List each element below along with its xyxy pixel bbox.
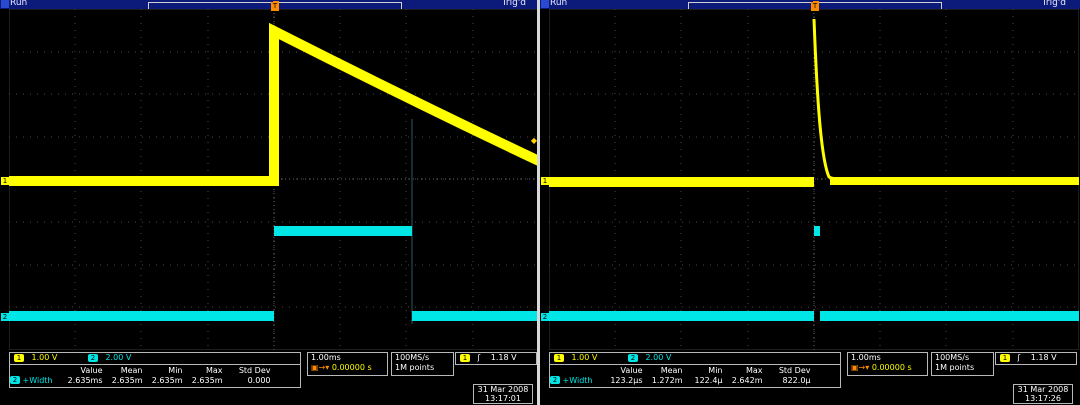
ch1-scale: 1.00 V: [571, 353, 598, 362]
header-max: Max: [745, 365, 763, 375]
trigger-status: Trig'd: [1041, 0, 1066, 8]
record-length: 1M points: [935, 363, 975, 372]
graticule-and-traces: [549, 9, 1079, 350]
header-value: Value: [620, 365, 643, 375]
waveform-display[interactable]: [9, 9, 539, 350]
ch1-badge: 1: [554, 353, 564, 362]
timebase-value: 1.00ms: [851, 353, 881, 362]
trigger-level: 1.18 V: [490, 353, 517, 362]
scope-capture-2: Run Trig'd 1 2 T 1 1.00 V 2 2.00 V Value…: [540, 0, 1080, 405]
trigger-time-marker[interactable]: T: [811, 2, 819, 11]
trigger-readout[interactable]: 1 ʃ 1.18 V: [995, 352, 1077, 365]
trigger-source-badge: 1: [1000, 353, 1010, 362]
ch2-badge: 2: [87, 353, 98, 362]
rising-edge-icon: ʃ: [477, 353, 481, 362]
measure-value: 2.635ms: [67, 375, 103, 385]
ch1-badge: 1: [14, 353, 24, 362]
delay-value: 0.00000 s: [871, 363, 912, 372]
sample-rate: 100MS/s: [935, 353, 970, 362]
timestamp: 31 Mar 2008 13:17:01: [473, 384, 533, 404]
ch2-level-marker[interactable]: 2: [1, 313, 9, 321]
sample-rate: 100MS/s: [395, 353, 430, 362]
header-min: Min: [708, 365, 723, 375]
measure-label: +Width: [22, 375, 53, 385]
capture-date: 31 Mar 2008: [1017, 385, 1069, 394]
header-std-dev: Std Dev: [778, 365, 811, 375]
trigger-readout[interactable]: 1 ʃ 1.18 V: [455, 352, 537, 365]
trigger-level: 1.18 V: [1030, 353, 1057, 362]
measure-mean: 1.272m: [651, 375, 683, 385]
ch2-scale: 2.00 V: [645, 353, 672, 362]
measure-label: +Width: [562, 375, 593, 385]
ch1-level-marker[interactable]: 1: [541, 177, 549, 185]
measure-mean: 2.635m: [111, 375, 143, 385]
measure-max: 2.635m: [191, 375, 223, 385]
trigger-level-arrow-icon: ◆: [530, 136, 537, 145]
header-min: Min: [168, 365, 183, 375]
trigger-time-marker[interactable]: T: [271, 2, 279, 11]
measure-value: 123.2µs: [610, 375, 643, 385]
run-indicator-icon: [1, 0, 9, 8]
measure-min: 122.4µ: [694, 375, 723, 385]
graticule-and-traces: [9, 9, 539, 350]
capture-time: 13:17:01: [485, 394, 521, 403]
trigger-source-badge: 1: [460, 353, 470, 362]
measure-std-dev: 0.000: [247, 375, 271, 385]
header-std-dev: Std Dev: [238, 365, 271, 375]
measurement-table[interactable]: Value Mean Min Max Std Dev 2 +Width 2.635ms …: [9, 364, 301, 388]
ch1-level-marker[interactable]: 1: [1, 177, 9, 185]
timebase-value: 1.00ms: [311, 353, 341, 362]
ch1-trace: [9, 22, 539, 186]
ch2-level-marker[interactable]: 2: [541, 313, 549, 321]
header-mean: Mean: [120, 365, 143, 375]
delay-icon: ▣→▾: [851, 363, 870, 372]
measure-std-dev: 822.0µ: [782, 375, 811, 385]
timebase-readout[interactable]: 1.00ms ▣→▾ 0.00000 s: [307, 352, 388, 376]
ch2-pulse: [814, 226, 820, 236]
capture-time: 13:17:26: [1025, 394, 1061, 403]
measure-min: 2.635m: [151, 375, 183, 385]
readout-panel: 1 1.00 V 2 2.00 V Value Mean Min Max Std Dev…: [9, 351, 537, 404]
readout-panel: 1 1.00 V 2 2.00 V Value Mean Min Max Std Dev…: [549, 351, 1077, 404]
status-bar: Run Trig'd: [0, 0, 540, 9]
header-max: Max: [205, 365, 223, 375]
header-mean: Mean: [660, 365, 683, 375]
measure-ch2-badge: 2: [10, 376, 20, 384]
timebase-readout[interactable]: 1.00ms ▣→▾ 0.00000 s: [847, 352, 928, 376]
measure-max: 2.642m: [731, 375, 763, 385]
timestamp: 31 Mar 2008 13:17:26: [1013, 384, 1073, 404]
acquisition-status: Run: [550, 0, 568, 8]
scope-capture-1: Run Trig'd 1 2 T ◆ 1 1.00 V 2 2.00 V Val…: [0, 0, 540, 405]
run-indicator-icon: [541, 0, 549, 8]
measurement-table[interactable]: Value Mean Min Max Std Dev 2 +Width 123.2µs …: [549, 364, 841, 388]
rising-edge-icon: ʃ: [1017, 353, 1021, 362]
ch1-scale: 1.00 V: [31, 353, 58, 362]
ch2-badge: 2: [627, 353, 638, 362]
measure-ch2-badge: 2: [550, 376, 560, 384]
status-bar: Run Trig'd: [540, 0, 1080, 9]
trigger-status: Trig'd: [501, 0, 526, 8]
acquisition-readout[interactable]: 100MS/s 1M points: [391, 352, 454, 376]
acquisition-status: Run: [10, 0, 28, 8]
acquisition-readout[interactable]: 100MS/s 1M points: [931, 352, 994, 376]
waveform-display[interactable]: [549, 9, 1079, 350]
capture-date: 31 Mar 2008: [477, 385, 529, 394]
record-length: 1M points: [395, 363, 435, 372]
ch2-scale: 2.00 V: [105, 353, 132, 362]
delay-icon: ▣→▾: [311, 363, 330, 372]
header-value: Value: [80, 365, 103, 375]
delay-value: 0.00000 s: [331, 363, 372, 372]
